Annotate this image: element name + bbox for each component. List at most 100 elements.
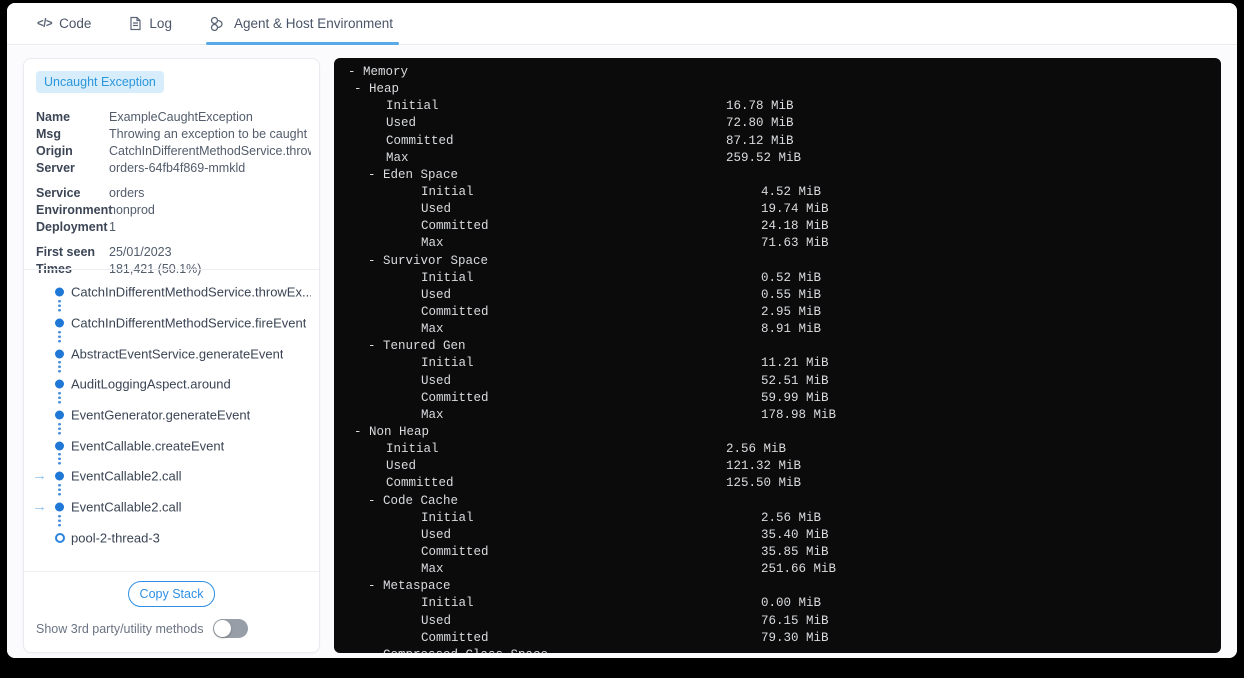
stack-frame[interactable]: pool-2-thread-3 [24, 523, 319, 554]
memory-tree-value: 8.91 MiB [761, 322, 822, 337]
field-row: First seen 25/01/2023 [36, 244, 311, 261]
memory-tree-group-row[interactable]: - Code Cache [346, 493, 1209, 510]
memory-tree-leaf-row: Initial 0.52 MiB [346, 270, 1209, 287]
memory-tree-value: 76.15 MiB [761, 613, 829, 628]
memory-tree-group-row[interactable]: - Survivor Space [346, 253, 1209, 270]
tab-bar: </> Code Log Agent & Host Environment [7, 3, 1237, 45]
toggle-knob [214, 620, 232, 637]
memory-tree-leaf-row: Used 35.40 MiB [346, 527, 1209, 544]
code-icon: </> [37, 17, 53, 30]
thread-marker-icon [55, 532, 65, 543]
memory-tree-value: 35.40 MiB [761, 527, 829, 542]
memory-tree-value: 71.63 MiB [761, 236, 829, 251]
exception-type-badge: Uncaught Exception [36, 71, 164, 93]
memory-tree-label: Max [421, 236, 444, 251]
stack-frame[interactable]: AuditLoggingAspect.around [24, 369, 319, 405]
memory-tree-label: Max [421, 562, 444, 577]
stack-frame[interactable]: CatchInDifferentMethodService.throwEx... [24, 277, 319, 312]
memory-tree-label: - Non Heap [354, 424, 430, 439]
memory-tree-value: 59.99 MiB [761, 390, 829, 405]
stack-frame[interactable]: AbstractEventService.generateEvent [24, 338, 319, 374]
field-row: Server orders-64fb4f869-mmkld [36, 160, 311, 177]
memory-tree-label: Committed [421, 304, 489, 319]
tab-code-label: Code [59, 16, 92, 31]
memory-tree-label: Initial [421, 270, 474, 285]
stack-frame[interactable]: EventGenerator.generateEvent [24, 400, 319, 435]
tab-agent-label: Agent & Host Environment [233, 16, 394, 31]
divider [24, 269, 319, 270]
memory-tree-label: Committed [421, 219, 489, 234]
copy-stack-button[interactable]: Copy Stack [127, 581, 216, 607]
memory-tree-group-row[interactable]: - Eden Space [346, 167, 1209, 184]
memory-tree-value: 259.52 MiB [726, 150, 802, 165]
memory-tree-panel[interactable]: - Memory - Heap Initial 16.78 MiB Used 72.80 … [334, 58, 1221, 653]
memory-tree-value: 251.66 MiB [761, 562, 837, 577]
memory-tree-group-row[interactable]: - Non Heap [346, 424, 1209, 441]
memory-tree-leaf-row: Initial 2.56 MiB [346, 441, 1209, 458]
tab-code[interactable]: </> Code [37, 3, 91, 45]
field-label: Msg [36, 127, 61, 141]
memory-tree-leaf-row: Committed 35.85 MiB [346, 544, 1209, 561]
tab-agent-host-environment[interactable]: Agent & Host Environment [205, 3, 400, 45]
field-label: Service [36, 186, 81, 200]
frame-marker-icon [55, 410, 64, 420]
field-label: Server [36, 161, 75, 175]
memory-tree-group-row[interactable]: - Tenured Gen [346, 338, 1209, 355]
field-row: Origin CatchInDifferentMethodService.thro… [36, 143, 311, 160]
content-area: Uncaught Exception Name ExampleCaughtExce… [7, 46, 1237, 658]
tab-log-label: Log [149, 16, 172, 31]
memory-tree-group-row[interactable]: - Heap [346, 81, 1209, 98]
stack-frame-label: pool-2-thread-3 [71, 530, 160, 546]
stack-frame[interactable]: → EventCallable2.call [24, 492, 319, 527]
field-row: Msg Throwing an exception to be caught by… [36, 126, 311, 143]
memory-tree-label: Committed [386, 133, 454, 148]
memory-tree-leaf-row: Initial 2.56 MiB [346, 510, 1209, 527]
frame-marker-icon [55, 379, 64, 389]
stack-frame[interactable]: EventCallable.createEvent [24, 430, 319, 466]
stack-frame-label: AbstractEventService.generateEvent [71, 346, 284, 362]
field-value: orders [109, 186, 145, 200]
memory-tree-leaf-row: Initial 4.52 MiB [346, 184, 1209, 201]
memory-tree-leaf-row: Used 76.15 MiB [346, 613, 1209, 630]
memory-tree-leaf-row: Used 19.74 MiB [346, 201, 1209, 218]
memory-tree-group-row[interactable]: - Metaspace [346, 578, 1209, 595]
stack-frame-label: CatchInDifferentMethodService.throwEx... [71, 284, 311, 300]
memory-tree-label: - Metaspace [368, 579, 451, 594]
frame-marker-icon [55, 441, 64, 451]
memory-tree-group-row[interactable]: - Compressed Class Space [346, 647, 1209, 653]
memory-tree-label: Used [421, 373, 452, 388]
memory-tree-label: Used [386, 459, 417, 474]
memory-tree-label: Initial [386, 442, 439, 457]
memory-tree-value: 178.98 MiB [761, 407, 837, 422]
stack-frame[interactable]: CatchInDifferentMethodService.fireEvent [24, 308, 319, 343]
stack-frame-label: AuditLoggingAspect.around [71, 376, 231, 392]
stack-trace-list: CatchInDifferentMethodService.throwEx...… [24, 277, 319, 553]
stack-frame-label: CatchInDifferentMethodService.fireEvent [71, 315, 307, 331]
stack-frame[interactable]: → EventCallable2.call [24, 461, 319, 497]
frame-marker-icon [55, 287, 64, 297]
memory-tree-label: Initial [421, 356, 474, 371]
memory-tree-leaf-row: Initial 11.21 MiB [346, 355, 1209, 372]
memory-tree-label: Initial [421, 510, 474, 525]
exception-fields: Name ExampleCaughtException Msg Throwing an… [36, 101, 311, 278]
memory-tree-value: 121.32 MiB [726, 459, 802, 474]
memory-tree-value: 4.52 MiB [761, 184, 822, 199]
memory-tree-group-row[interactable]: - Memory [346, 64, 1209, 81]
memory-tree-leaf-row: Max 71.63 MiB [346, 235, 1209, 252]
tab-log[interactable]: Log [129, 3, 172, 45]
memory-tree-label: Max [421, 407, 444, 422]
memory-tree-leaf-row: Committed 125.50 MiB [346, 475, 1209, 492]
field-value: CatchInDifferentMethodService.throwExcep [109, 144, 311, 158]
memory-tree-value: 19.74 MiB [761, 202, 829, 217]
memory-tree-leaf-row: Committed 79.30 MiB [346, 630, 1209, 647]
memory-tree-label: Used [386, 116, 417, 131]
memory-tree-leaf-row: Committed 24.18 MiB [346, 218, 1209, 235]
memory-tree-value: 35.85 MiB [761, 544, 829, 559]
memory-tree-value: 0.52 MiB [761, 270, 822, 285]
memory-tree-leaf-row: Used 121.32 MiB [346, 458, 1209, 475]
field-value: ExampleCaughtException [109, 110, 253, 124]
third-party-toggle[interactable] [213, 619, 249, 638]
memory-tree-label: - Eden Space [368, 167, 459, 182]
toggle-label: Show 3rd party/utility methods [36, 621, 204, 636]
frame-marker-icon [55, 471, 64, 481]
